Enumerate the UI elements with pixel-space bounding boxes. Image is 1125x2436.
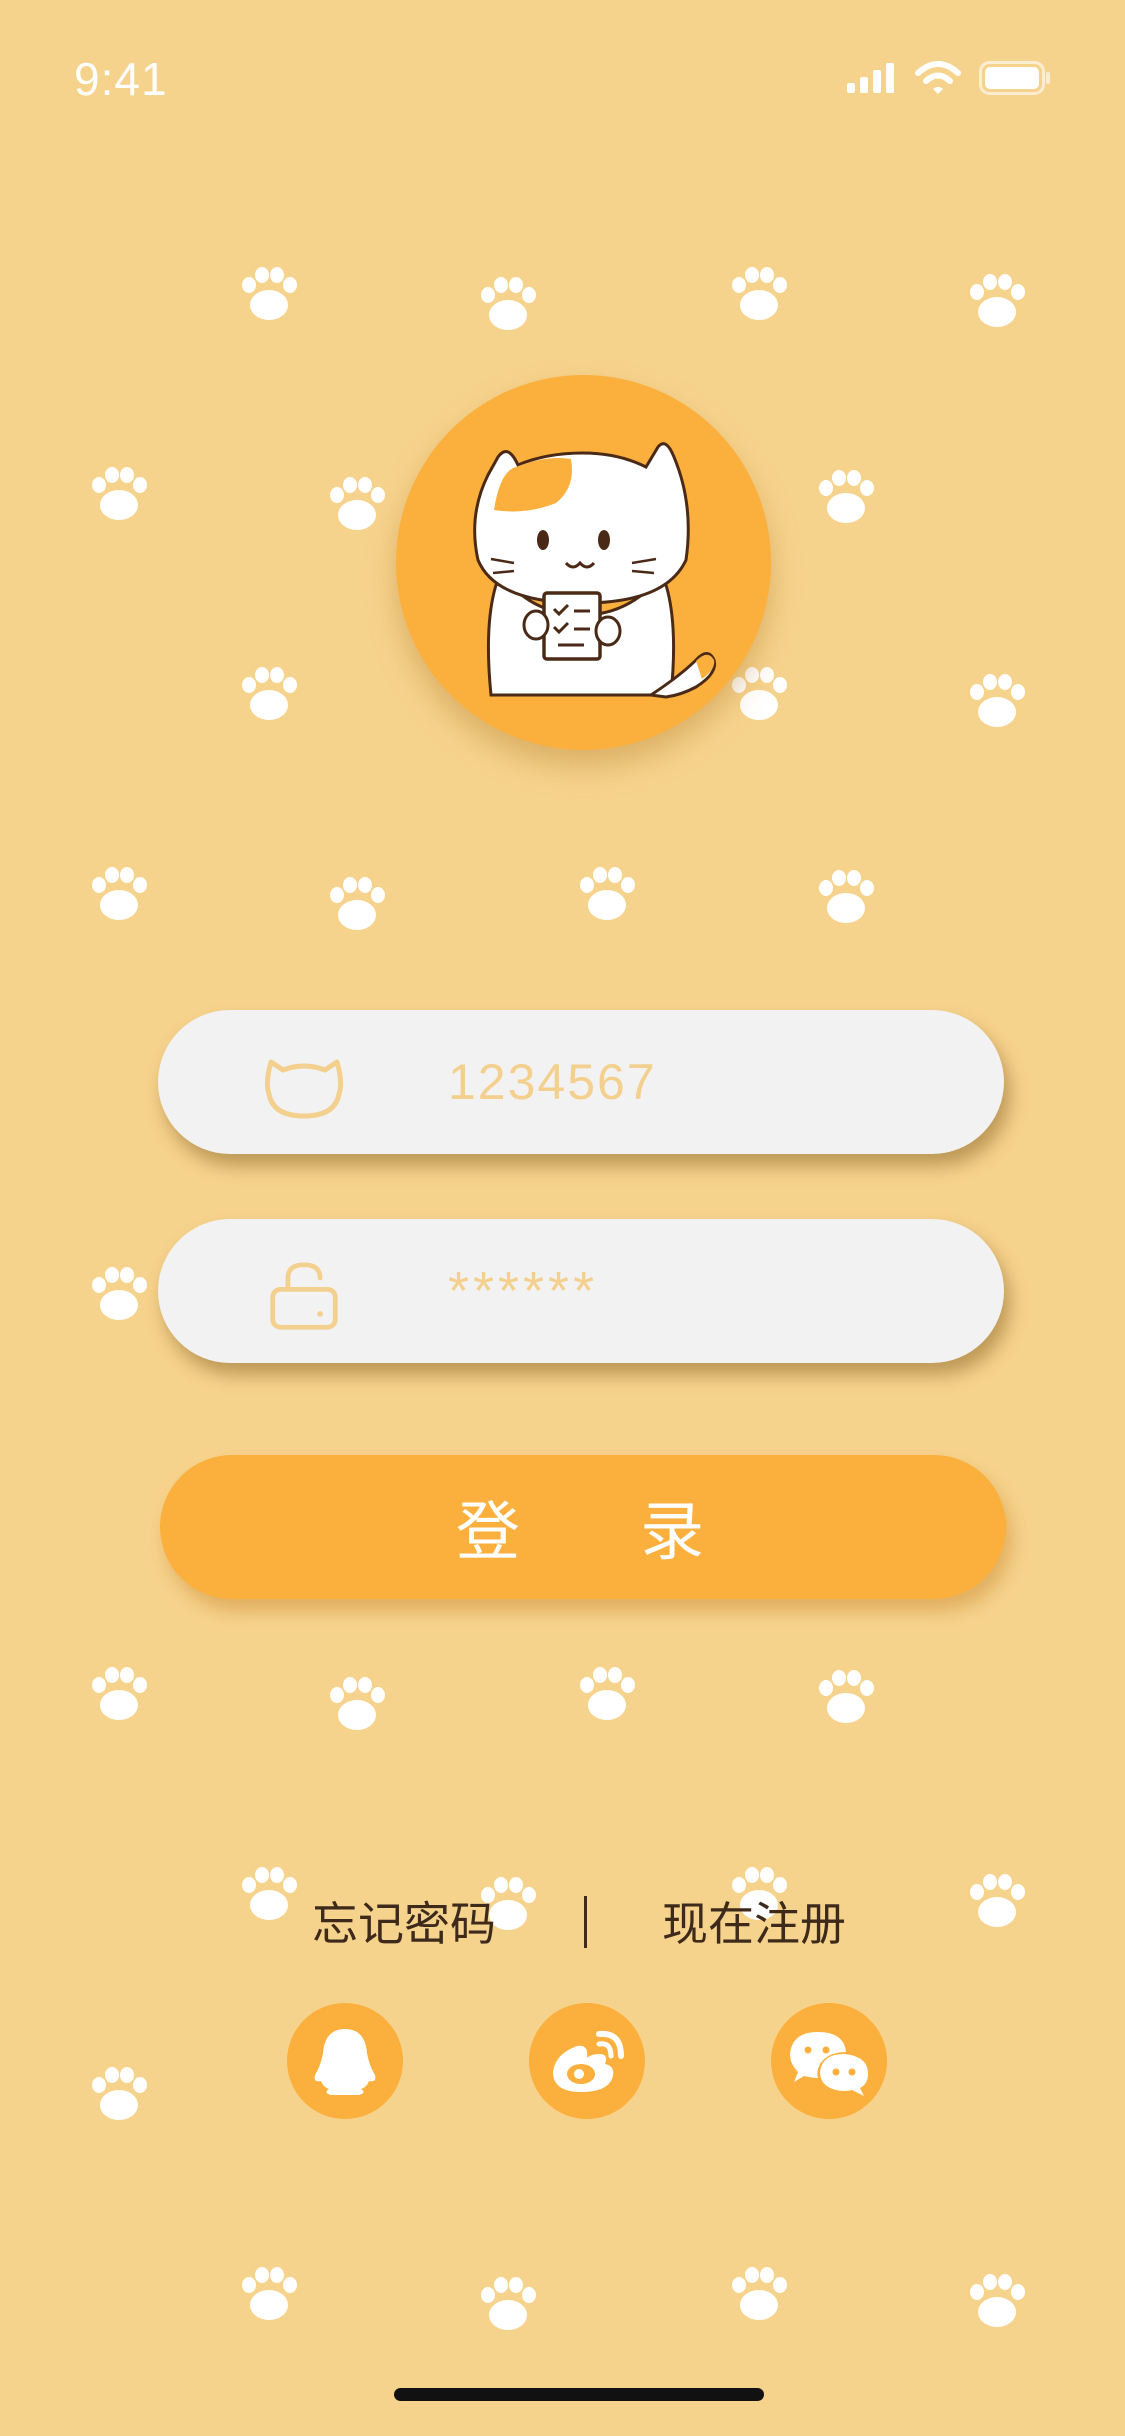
paw-icon xyxy=(970,2274,1025,2327)
paw-icon xyxy=(92,867,147,920)
paw-icon xyxy=(481,277,536,330)
qq-icon xyxy=(314,2029,376,2095)
paw-icon xyxy=(481,2277,536,2330)
home-indicator[interactable] xyxy=(394,2388,764,2401)
wechat-icon xyxy=(790,2032,868,2096)
weibo-login-button[interactable] xyxy=(529,2003,645,2119)
wifi-icon xyxy=(915,61,961,94)
lock-icon xyxy=(270,1262,338,1330)
paw-icon xyxy=(330,877,385,930)
paw-icon xyxy=(732,267,787,320)
paw-icon xyxy=(242,667,297,720)
register-link[interactable]: 现在注册 xyxy=(662,1888,846,1954)
weibo-icon xyxy=(553,2030,624,2092)
battery-icon xyxy=(979,61,1050,95)
password-field[interactable] xyxy=(158,1219,1004,1363)
paw-icon xyxy=(970,674,1025,727)
paw-icon xyxy=(580,867,635,920)
paw-icon xyxy=(92,467,147,520)
paw-icon xyxy=(732,2267,787,2320)
paw-icon xyxy=(732,667,787,720)
cat-illustration-icon xyxy=(473,442,717,699)
status-bar: 9:41 xyxy=(0,0,1125,150)
paw-icon xyxy=(330,477,385,530)
paw-icon xyxy=(819,1670,874,1723)
paw-icon xyxy=(242,2267,297,2320)
password-input[interactable] xyxy=(448,1219,928,1363)
paw-icon xyxy=(819,870,874,923)
links-divider xyxy=(584,1896,587,1948)
username-input[interactable] xyxy=(448,1010,928,1154)
paw-icon xyxy=(970,274,1025,327)
username-field[interactable] xyxy=(158,1010,1004,1154)
qq-login-button[interactable] xyxy=(287,2003,403,2119)
paw-icon xyxy=(92,1667,147,1720)
wechat-login-button[interactable] xyxy=(771,2003,887,2119)
forgot-password-link[interactable]: 忘记密码 xyxy=(312,1888,496,1954)
cat-head-icon xyxy=(264,1059,344,1119)
paw-icon xyxy=(242,267,297,320)
avatar xyxy=(396,375,771,750)
status-icons xyxy=(847,58,1051,98)
auth-links: 忘记密码 现在注册 xyxy=(0,1888,1125,1958)
login-button[interactable]: 登 录 xyxy=(160,1455,1006,1599)
paw-icon xyxy=(330,1677,385,1730)
paw-icon xyxy=(92,2067,147,2120)
paw-icon xyxy=(92,1267,147,1320)
signal-icon xyxy=(847,63,894,93)
status-time: 9:41 xyxy=(74,53,168,105)
paw-icon xyxy=(819,470,874,523)
paw-icon xyxy=(580,1667,635,1720)
